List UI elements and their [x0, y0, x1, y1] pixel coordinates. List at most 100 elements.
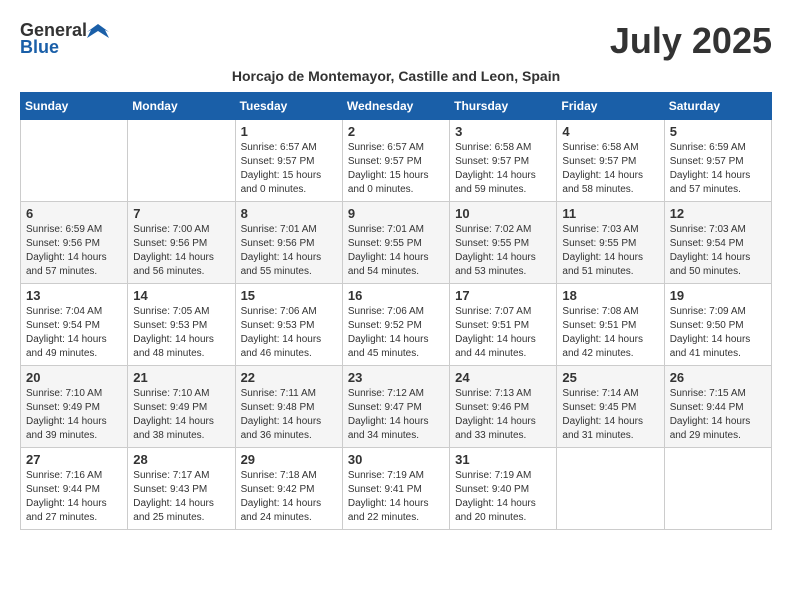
day-info: Sunrise: 7:00 AMSunset: 9:56 PMDaylight:… [133, 223, 229, 279]
day-info: Sunrise: 7:11 AMSunset: 9:48 PMDaylight:… [241, 387, 337, 443]
calendar-cell: 2 Sunrise: 6:57 AMSunset: 9:57 PMDaylight… [342, 120, 449, 202]
calendar-cell [557, 448, 664, 530]
day-info: Sunrise: 7:12 AMSunset: 9:47 PMDaylight:… [348, 387, 444, 443]
day-number: 4 [562, 124, 658, 139]
calendar-cell: 3Sunrise: 6:58 AMSunset: 9:57 PMDaylight… [450, 120, 557, 202]
day-info: Sunrise: 6:57 AMSunset: 9:57 PMDaylight:… [348, 141, 444, 197]
day-info: Sunrise: 7:14 AMSunset: 9:45 PMDaylight:… [562, 387, 658, 443]
calendar-cell: 12 Sunrise: 7:03 AMSunset: 9:54 PMDayligh… [664, 202, 771, 284]
calendar-cell: 7Sunrise: 7:00 AMSunset: 9:56 PMDaylight… [128, 202, 235, 284]
day-info: Sunrise: 7:01 AMSunset: 9:56 PMDaylight:… [241, 223, 337, 279]
column-header-saturday: Saturday [664, 93, 771, 120]
day-info: Sunrise: 7:10 AMSunset: 9:49 PMDaylight:… [26, 387, 122, 443]
logo-text-blue: Blue [20, 37, 59, 58]
day-number: 10 [455, 206, 551, 221]
calendar-cell: 16 Sunrise: 7:06 AMSunset: 9:52 PMDayligh… [342, 284, 449, 366]
day-info: Sunrise: 7:15 AMSunset: 9:44 PMDaylight:… [670, 387, 766, 443]
calendar-cell: 19Sunrise: 7:09 AMSunset: 9:50 PMDayligh… [664, 284, 771, 366]
calendar-cell: 14 Sunrise: 7:05 AMSunset: 9:53 PMDayligh… [128, 284, 235, 366]
calendar-cell: 30Sunrise: 7:19 AMSunset: 9:41 PMDayligh… [342, 448, 449, 530]
day-number: 1 [241, 124, 337, 139]
day-info: Sunrise: 6:57 AMSunset: 9:57 PMDaylight:… [241, 141, 337, 197]
column-header-monday: Monday [128, 93, 235, 120]
calendar-cell [664, 448, 771, 530]
day-number: 26 [670, 370, 766, 385]
calendar-cell: 20 Sunrise: 7:10 AMSunset: 9:49 PMDayligh… [21, 366, 128, 448]
calendar-cell [128, 120, 235, 202]
day-info: Sunrise: 7:03 AMSunset: 9:55 PMDaylight:… [562, 223, 658, 279]
day-number: 9 [348, 206, 444, 221]
calendar-cell: 17 Sunrise: 7:07 AMSunset: 9:51 PMDayligh… [450, 284, 557, 366]
day-info: Sunrise: 7:18 AMSunset: 9:42 PMDaylight:… [241, 469, 337, 525]
calendar-subtitle: Horcajo de Montemayor, Castille and Leon… [20, 68, 772, 84]
calendar-cell: 11 Sunrise: 7:03 AMSunset: 9:55 PMDayligh… [557, 202, 664, 284]
day-number: 5 [670, 124, 766, 139]
calendar-week-row: 13Sunrise: 7:04 AMSunset: 9:54 PMDayligh… [21, 284, 772, 366]
day-info: Sunrise: 7:10 AMSunset: 9:49 PMDaylight:… [133, 387, 229, 443]
day-info: Sunrise: 6:58 AMSunset: 9:57 PMDaylight:… [562, 141, 658, 197]
day-info: Sunrise: 7:06 AMSunset: 9:52 PMDaylight:… [348, 305, 444, 361]
calendar-cell: 4 Sunrise: 6:58 AMSunset: 9:57 PMDaylight… [557, 120, 664, 202]
day-info: Sunrise: 7:16 AMSunset: 9:44 PMDaylight:… [26, 469, 122, 525]
calendar-cell: 31Sunrise: 7:19 AMSunset: 9:40 PMDayligh… [450, 448, 557, 530]
day-info: Sunrise: 7:17 AMSunset: 9:43 PMDaylight:… [133, 469, 229, 525]
day-number: 16 [348, 288, 444, 303]
day-number: 6 [26, 206, 122, 221]
day-number: 14 [133, 288, 229, 303]
day-number: 12 [670, 206, 766, 221]
calendar-table: SundayMondayTuesdayWednesdayThursdayFrid… [20, 92, 772, 530]
day-info: Sunrise: 7:07 AMSunset: 9:51 PMDaylight:… [455, 305, 551, 361]
day-number: 20 [26, 370, 122, 385]
logo-bird-icon [87, 22, 109, 40]
day-info: Sunrise: 7:13 AMSunset: 9:46 PMDaylight:… [455, 387, 551, 443]
calendar-cell: 13Sunrise: 7:04 AMSunset: 9:54 PMDayligh… [21, 284, 128, 366]
day-info: Sunrise: 6:59 AMSunset: 9:57 PMDaylight:… [670, 141, 766, 197]
calendar-cell: 25 Sunrise: 7:14 AMSunset: 9:45 PMDayligh… [557, 366, 664, 448]
month-title: July 2025 [610, 20, 772, 62]
day-info: Sunrise: 6:59 AMSunset: 9:56 PMDaylight:… [26, 223, 122, 279]
day-number: 13 [26, 288, 122, 303]
calendar-cell: 26 Sunrise: 7:15 AMSunset: 9:44 PMDayligh… [664, 366, 771, 448]
calendar-cell: 27 Sunrise: 7:16 AMSunset: 9:44 PMDayligh… [21, 448, 128, 530]
day-info: Sunrise: 7:05 AMSunset: 9:53 PMDaylight:… [133, 305, 229, 361]
calendar-header-row: SundayMondayTuesdayWednesdayThursdayFrid… [21, 93, 772, 120]
day-number: 11 [562, 206, 658, 221]
day-number: 25 [562, 370, 658, 385]
calendar-cell: 22 Sunrise: 7:11 AMSunset: 9:48 PMDayligh… [235, 366, 342, 448]
calendar-cell: 21Sunrise: 7:10 AMSunset: 9:49 PMDayligh… [128, 366, 235, 448]
calendar-week-row: 6 Sunrise: 6:59 AMSunset: 9:56 PMDaylight… [21, 202, 772, 284]
day-info: Sunrise: 7:19 AMSunset: 9:40 PMDaylight:… [455, 469, 551, 525]
calendar-cell: 8 Sunrise: 7:01 AMSunset: 9:56 PMDaylight… [235, 202, 342, 284]
column-header-thursday: Thursday [450, 93, 557, 120]
day-number: 2 [348, 124, 444, 139]
calendar-week-row: 20 Sunrise: 7:10 AMSunset: 9:49 PMDayligh… [21, 366, 772, 448]
day-info: Sunrise: 7:02 AMSunset: 9:55 PMDaylight:… [455, 223, 551, 279]
day-number: 22 [241, 370, 337, 385]
calendar-cell [21, 120, 128, 202]
day-number: 27 [26, 452, 122, 467]
calendar-cell: 28Sunrise: 7:17 AMSunset: 9:43 PMDayligh… [128, 448, 235, 530]
day-number: 17 [455, 288, 551, 303]
calendar-cell: 5 Sunrise: 6:59 AMSunset: 9:57 PMDaylight… [664, 120, 771, 202]
day-info: Sunrise: 7:03 AMSunset: 9:54 PMDaylight:… [670, 223, 766, 279]
day-number: 30 [348, 452, 444, 467]
calendar-week-row: 27 Sunrise: 7:16 AMSunset: 9:44 PMDayligh… [21, 448, 772, 530]
day-number: 23 [348, 370, 444, 385]
day-number: 19 [670, 288, 766, 303]
calendar-cell: 9Sunrise: 7:01 AMSunset: 9:55 PMDaylight… [342, 202, 449, 284]
day-number: 8 [241, 206, 337, 221]
calendar-cell: 23 Sunrise: 7:12 AMSunset: 9:47 PMDayligh… [342, 366, 449, 448]
column-header-wednesday: Wednesday [342, 93, 449, 120]
day-number: 24 [455, 370, 551, 385]
day-info: Sunrise: 6:58 AMSunset: 9:57 PMDaylight:… [455, 141, 551, 197]
calendar-cell: 15Sunrise: 7:06 AMSunset: 9:53 PMDayligh… [235, 284, 342, 366]
day-number: 29 [241, 452, 337, 467]
calendar-cell: 6 Sunrise: 6:59 AMSunset: 9:56 PMDaylight… [21, 202, 128, 284]
column-header-friday: Friday [557, 93, 664, 120]
calendar-week-row: 1 Sunrise: 6:57 AMSunset: 9:57 PMDaylight… [21, 120, 772, 202]
page-header: General Blue July 2025 [20, 20, 772, 62]
day-number: 15 [241, 288, 337, 303]
column-header-sunday: Sunday [21, 93, 128, 120]
calendar-cell: 18Sunrise: 7:08 AMSunset: 9:51 PMDayligh… [557, 284, 664, 366]
logo: General Blue [20, 20, 109, 58]
